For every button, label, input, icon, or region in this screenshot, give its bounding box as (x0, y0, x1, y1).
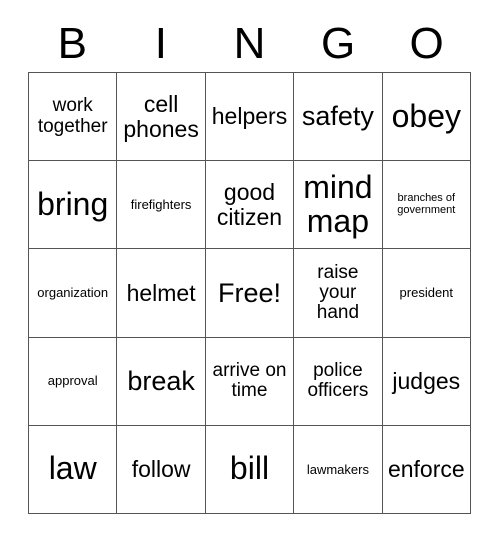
bingo-cell-label: judges (392, 368, 461, 394)
bingo-cell-label: firefighters (130, 196, 192, 212)
bingo-cell-label: follow (131, 456, 191, 483)
bingo-cell[interactable]: helmet (117, 249, 206, 338)
header-letter-b: B (57, 19, 87, 68)
bingo-cell-label: organization (37, 285, 109, 301)
bingo-header: B I N G O (28, 16, 471, 72)
bingo-cell-label: Free! (217, 277, 281, 308)
bingo-cell[interactable]: obey (382, 73, 471, 162)
bingo-cell[interactable]: good citizen (205, 161, 295, 250)
bingo-cell[interactable]: enforce (382, 425, 471, 514)
bingo-cell[interactable]: raise your hand (294, 249, 383, 338)
bingo-cell-label: law (48, 450, 97, 487)
bingo-cell-label: safety (301, 101, 374, 132)
bingo-cell[interactable]: organization (29, 249, 118, 338)
bingo-cell-label: cell phones (123, 91, 199, 142)
bingo-cell-label: lawmakers (306, 461, 369, 477)
bingo-cell[interactable]: police officers (294, 337, 383, 426)
bingo-cell[interactable]: approval (29, 337, 118, 426)
bingo-cell[interactable]: arrive on time (205, 337, 295, 426)
bingo-cell-label: break (127, 365, 195, 396)
bingo-cell[interactable]: mind map (294, 161, 383, 250)
bingo-cell-label: mind map (303, 168, 373, 239)
bingo-cell[interactable]: bring (29, 161, 118, 250)
bingo-cell-label: branches of government (397, 192, 456, 216)
bingo-cell-label: good citizen (216, 179, 283, 230)
bingo-cell-label: bring (37, 185, 109, 222)
bingo-cell-label: approval (47, 373, 98, 389)
bingo-cell[interactable]: work together (29, 73, 118, 162)
bingo-cell-label: helmet (126, 279, 196, 306)
bingo-card: B I N G O work together cell phones help… (0, 0, 500, 544)
bingo-cell-label: arrive on time (212, 360, 287, 402)
bingo-cell-free[interactable]: Free! (205, 249, 295, 338)
bingo-cell[interactable]: judges (382, 337, 471, 426)
header-letter-i: I (154, 19, 167, 68)
bingo-cell[interactable]: follow (117, 425, 206, 514)
bingo-cell-label: police officers (307, 360, 369, 402)
bingo-cell-label: obey (391, 97, 461, 134)
bingo-cell[interactable]: bill (205, 425, 295, 514)
bingo-cell[interactable]: law (29, 425, 118, 514)
header-letter-o: O (409, 19, 444, 68)
bingo-cell-label: raise your hand (316, 261, 360, 324)
bingo-cell[interactable]: firefighters (117, 161, 206, 250)
bingo-cell-label: bill (229, 450, 270, 487)
bingo-cell[interactable]: break (117, 337, 206, 426)
bingo-cell-label: helpers (211, 103, 288, 130)
bingo-cell[interactable]: cell phones (117, 73, 206, 162)
bingo-cell-label: enforce (387, 456, 465, 483)
bingo-cell[interactable]: branches of government (382, 161, 471, 250)
bingo-grid: work together cell phones helpers safety… (28, 72, 471, 514)
header-letter-g: G (320, 19, 356, 68)
bingo-cell[interactable]: helpers (205, 73, 295, 162)
bingo-cell[interactable]: president (382, 249, 471, 338)
bingo-cell-label: president (399, 285, 454, 301)
bingo-cell[interactable]: lawmakers (294, 425, 383, 514)
bingo-cell-label: work together (37, 95, 108, 137)
bingo-cell[interactable]: safety (294, 73, 383, 162)
header-letter-n: N (233, 19, 266, 68)
